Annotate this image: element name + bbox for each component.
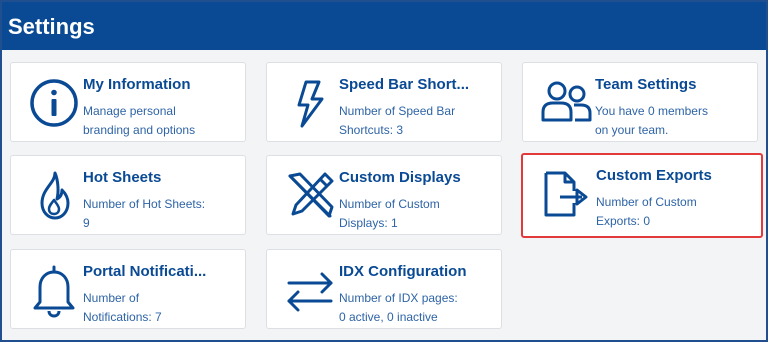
- card-hot-sheets[interactable]: Hot Sheets Number of Hot Sheets: 9: [10, 155, 246, 235]
- card-my-information[interactable]: My Information Manage personal branding …: [10, 62, 246, 142]
- file-export-icon: [536, 165, 594, 223]
- card-title: Portal Notificati...: [83, 263, 207, 280]
- card-speed-bar-shortcuts[interactable]: Speed Bar Short... Number of Speed Bar S…: [266, 62, 502, 142]
- card-desc-line: Displays: 1: [339, 216, 398, 230]
- transfer-arrows-icon: [281, 261, 339, 319]
- lightning-icon: [281, 74, 339, 132]
- card-description: Number of IDX pages: 0 active, 0 inactiv…: [339, 289, 499, 327]
- card-desc-line: You have 0 members: [595, 104, 708, 118]
- card-desc-line: Number of: [83, 291, 140, 305]
- card-custom-displays[interactable]: Custom Displays Number of Custom Display…: [266, 155, 502, 235]
- card-description: Manage personal branding and options: [83, 102, 243, 140]
- card-custom-exports[interactable]: Custom Exports Number of Custom Exports:…: [521, 153, 763, 238]
- card-desc-line: Number of Custom: [596, 195, 697, 209]
- card-description: You have 0 members on your team.: [595, 102, 755, 140]
- card-title: Team Settings: [595, 76, 697, 93]
- card-desc-line: Manage personal: [83, 104, 176, 118]
- card-title: Speed Bar Short...: [339, 76, 470, 93]
- card-desc-line: Shortcuts: 3: [339, 123, 404, 137]
- card-title: My Information: [83, 76, 191, 93]
- people-icon: [537, 74, 595, 132]
- card-description: Number of Notifications: 7: [83, 289, 243, 327]
- info-icon: [25, 74, 83, 132]
- card-desc-line: Notifications: 7: [83, 310, 162, 324]
- card-desc-line: 0 active, 0 inactive: [339, 310, 438, 324]
- card-team-settings[interactable]: Team Settings You have 0 members on your…: [522, 62, 758, 142]
- card-idx-configuration[interactable]: IDX Configuration Number of IDX pages: 0…: [266, 249, 502, 329]
- card-portal-notifications[interactable]: Portal Notificati... Number of Notificat…: [10, 249, 246, 329]
- card-desc-line: Exports: 0: [596, 214, 651, 228]
- page-title: Settings: [8, 14, 95, 39]
- flame-icon: [25, 167, 83, 225]
- card-title: IDX Configuration: [339, 263, 467, 280]
- card-desc-line: Number of IDX pages:: [339, 291, 458, 305]
- card-desc-line: Number of Custom: [339, 197, 440, 211]
- card-desc-line: on your team.: [595, 123, 669, 137]
- card-desc-line: 9: [83, 216, 90, 230]
- card-title: Custom Exports: [596, 167, 712, 184]
- settings-header: Settings: [2, 2, 766, 50]
- design-tools-icon: [281, 167, 339, 225]
- bell-icon: [25, 261, 83, 319]
- card-description: Number of Custom Exports: 0: [596, 193, 756, 231]
- card-title: Custom Displays: [339, 169, 461, 186]
- card-desc-line: branding and options: [83, 123, 196, 137]
- card-description: Number of Custom Displays: 1: [339, 195, 499, 233]
- settings-window: Settings My Information Manage personal …: [0, 0, 768, 342]
- card-title: Hot Sheets: [83, 169, 162, 186]
- card-description: Number of Hot Sheets: 9: [83, 195, 243, 233]
- card-desc-line: Number of Hot Sheets:: [83, 197, 206, 211]
- card-description: Number of Speed Bar Shortcuts: 3: [339, 102, 499, 140]
- card-desc-line: Number of Speed Bar: [339, 104, 456, 118]
